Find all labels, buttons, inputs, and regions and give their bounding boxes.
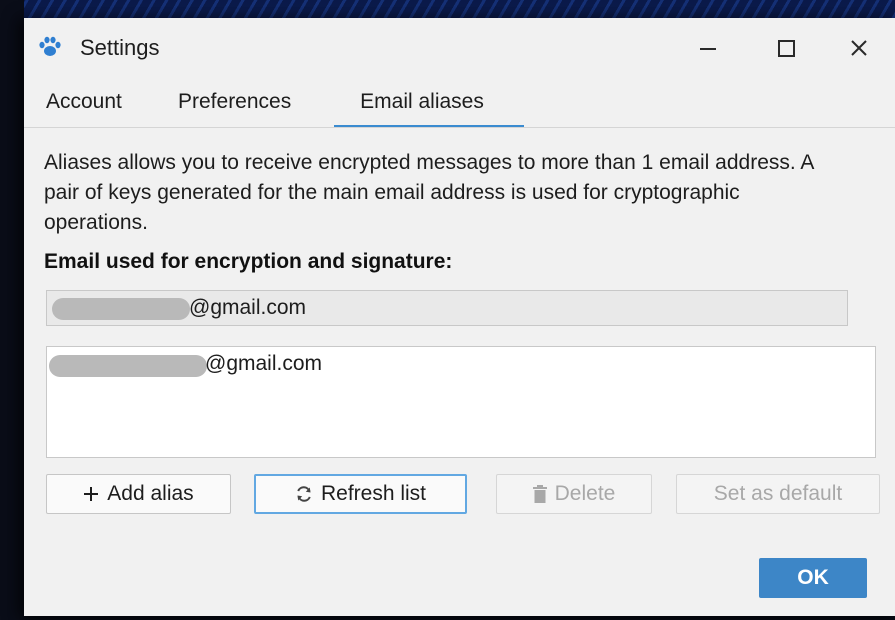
refresh-icon [295,485,313,503]
delete-label: Delete [554,482,616,505]
tab-bar: Account Preferences Email aliases [24,82,895,130]
minimize-icon [700,48,716,50]
close-icon [851,40,867,56]
main-email-field: @gmail.com [46,290,848,326]
add-alias-button[interactable]: Add alias [46,474,231,514]
tab-account[interactable]: Account [32,82,136,126]
delete-button[interactable]: Delete [496,474,652,514]
maximize-button[interactable] [766,32,806,64]
maximize-icon [777,39,795,57]
main-email-domain: @gmail.com [189,296,307,319]
trash-icon [532,485,547,503]
alias-list[interactable]: @gmail.com [46,346,876,458]
redacted-username [52,298,190,320]
tab-preferences[interactable]: Preferences [164,82,305,126]
tabs-divider [24,127,895,128]
alias-email-domain: @gmail.com [205,352,323,375]
redacted-username [49,355,207,377]
aliases-description: Aliases allows you to receive encrypted … [44,151,814,234]
title-bar[interactable]: Settings [24,18,895,76]
add-alias-label: Add alias [107,482,194,505]
list-item[interactable]: @gmail.com [47,347,875,381]
desktop-edge [0,0,24,620]
refresh-list-label: Refresh list [320,482,427,505]
ok-button[interactable]: OK [759,558,867,598]
paw-icon [38,36,62,58]
refresh-list-button[interactable]: Refresh list [254,474,467,514]
plus-icon [83,486,99,502]
close-button[interactable] [839,32,879,64]
window-title: Settings [80,35,160,60]
set-as-default-label: Set as default [713,482,843,505]
main-email-heading: Email used for encryption and signature: [44,250,453,273]
tab-email-aliases[interactable]: Email aliases [336,82,508,126]
minimize-button[interactable] [688,32,728,64]
set-as-default-button[interactable]: Set as default [676,474,880,514]
settings-dialog: Settings Account Preferences Email alias… [24,18,895,616]
